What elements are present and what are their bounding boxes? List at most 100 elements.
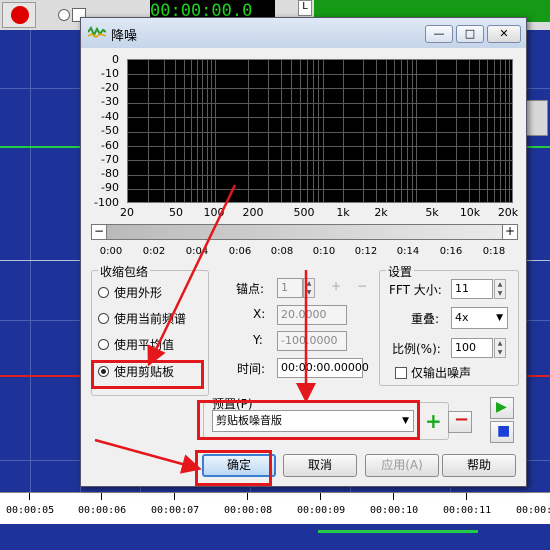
y-tick-label: -70: [101, 153, 119, 166]
option-use-shape[interactable]: 使用外形: [114, 284, 162, 301]
slider-tick: 0:14: [396, 246, 420, 257]
slider-tick: 0:16: [439, 246, 463, 257]
ratio-spinner[interactable]: ▲ ▼: [494, 338, 506, 358]
x-tick-label: 1k: [336, 206, 350, 219]
x-tick-label: 500: [293, 206, 315, 219]
zoom-out-button[interactable]: −: [92, 225, 107, 239]
slider-tick: 0:04: [185, 246, 209, 257]
cancel-button[interactable]: 取消: [283, 454, 357, 477]
maximize-button[interactable]: □: [456, 25, 484, 43]
option-use-current-spectrum[interactable]: 使用当前频谱: [114, 310, 186, 327]
slider-tick: 0:18: [482, 246, 506, 257]
stop-button[interactable]: ■: [490, 421, 514, 443]
dialog-titlebar[interactable]: 降噪 — □ ✕: [81, 18, 526, 48]
dialog-title: 降噪: [111, 29, 138, 44]
play-icon: ▶: [496, 399, 507, 415]
y-tick-label: -40: [101, 110, 119, 123]
fft-size-spinner[interactable]: ▲ ▼: [494, 279, 506, 299]
x-tick-label: 5k: [425, 206, 439, 219]
x-tick-label: 200: [242, 206, 264, 219]
slider-tick: 0:00: [99, 246, 123, 257]
radio-use-average[interactable]: [98, 339, 109, 350]
x-tick-label: 50: [169, 206, 183, 219]
time-input[interactable]: 00:00:00.00000: [277, 358, 369, 378]
delete-preset-button[interactable]: −: [448, 409, 472, 433]
fft-size-label: FFT 大小:: [389, 283, 442, 297]
zoom-in-button[interactable]: +: [502, 225, 517, 239]
ruler-label: 00:00:08: [224, 505, 273, 516]
fft-size-input[interactable]: 11: [451, 279, 493, 299]
anchor-spinner[interactable]: ▲ ▼: [303, 278, 315, 298]
ruler-label: 00:00:1: [516, 505, 550, 516]
record-button[interactable]: [2, 2, 36, 28]
vertical-scrollbar-thumb[interactable]: [526, 100, 548, 136]
waveform-lower: [0, 524, 550, 550]
x-label: X:: [253, 307, 266, 321]
ruler-label: 00:00:11: [443, 505, 492, 516]
envelope-group-title: 收缩包络: [98, 263, 151, 280]
minimize-button[interactable]: —: [425, 25, 453, 43]
record-icon: [11, 6, 29, 24]
highlight-preset: [197, 400, 420, 440]
y-label: Y:: [253, 333, 263, 347]
y-tick-label: -20: [101, 81, 119, 94]
noise-reduction-icon: [88, 26, 106, 38]
y-tick-label: -80: [101, 167, 119, 180]
x-tick-label: 10k: [459, 206, 481, 219]
x-tick-label: 20: [120, 206, 134, 219]
y-tick-label: -90: [101, 181, 119, 194]
x-tick-label: 20k: [497, 206, 519, 219]
play-button[interactable]: ▶: [490, 397, 514, 419]
chevron-down-icon: ▼: [496, 313, 503, 323]
y-input[interactable]: -100.0000: [277, 331, 347, 351]
radio-use-shape[interactable]: [98, 287, 109, 298]
overlap-value: 4x: [455, 311, 469, 324]
slider-tick: 0:10: [312, 246, 336, 257]
y-tick-label: -60: [101, 139, 119, 152]
wave-grid: [30, 30, 31, 492]
y-tick-label: -50: [101, 124, 119, 137]
anchor-label: 锚点:: [236, 282, 265, 296]
x-tick-label: 100: [203, 206, 225, 219]
overlap-label: 重叠:: [411, 312, 440, 326]
output-noise-label[interactable]: 仅输出噪声: [411, 364, 471, 381]
remove-preset-icon: −: [454, 409, 470, 430]
y-tick-label: -30: [101, 95, 119, 108]
highlight-ok-button: [195, 450, 272, 486]
ratio-label: 比例(%):: [392, 342, 441, 356]
x-input[interactable]: 20.0000: [277, 305, 347, 325]
slider-tick: 0:08: [270, 246, 294, 257]
ruler-label: 00:00:07: [151, 505, 200, 516]
ruler-label: 00:00:10: [370, 505, 419, 516]
option-use-average[interactable]: 使用平均值: [114, 336, 174, 353]
overlap-select[interactable]: 4x ▼: [451, 307, 508, 329]
close-button[interactable]: ✕: [487, 25, 521, 43]
time-ruler[interactable]: 00:00:05 00:00:06 00:00:07 00:00:08 00:0…: [0, 492, 550, 525]
apply-button[interactable]: 应用(A): [365, 454, 439, 477]
slider-tick: 0:12: [354, 246, 378, 257]
spectrum-plot[interactable]: [127, 59, 513, 203]
ratio-input[interactable]: 100: [451, 338, 493, 358]
time-range-slider[interactable]: − +: [91, 224, 518, 240]
settings-group-title: 设置: [386, 263, 415, 280]
highlight-use-clipboard: [91, 360, 204, 389]
remove-anchor-icon[interactable]: −: [357, 279, 367, 293]
toolbar-radio[interactable]: [58, 9, 70, 21]
ruler-label: 00:00:06: [78, 505, 127, 516]
ruler-label: 00:00:05: [6, 505, 55, 516]
slider-tick: 0:02: [142, 246, 166, 257]
y-tick-label: -10: [101, 67, 119, 80]
y-tick-label: 0: [112, 53, 119, 66]
x-tick-label: 2k: [374, 206, 388, 219]
radio-use-current-spectrum[interactable]: [98, 313, 109, 324]
waveform-lower-signal: [318, 530, 478, 533]
add-anchor-icon[interactable]: +: [331, 279, 341, 293]
time-label: 时间:: [237, 362, 266, 376]
add-preset-icon[interactable]: +: [425, 409, 442, 433]
noise-profile-graph[interactable]: 0 -10 -20 -30 -40 -50 -60 -70 -80 -90 -1…: [85, 51, 522, 245]
channel-indicator: L: [298, 0, 312, 16]
output-noise-checkbox[interactable]: [395, 367, 407, 379]
anchor-input[interactable]: 1: [277, 278, 303, 298]
help-button[interactable]: 帮助: [442, 454, 516, 477]
slider-tick: 0:06: [228, 246, 252, 257]
